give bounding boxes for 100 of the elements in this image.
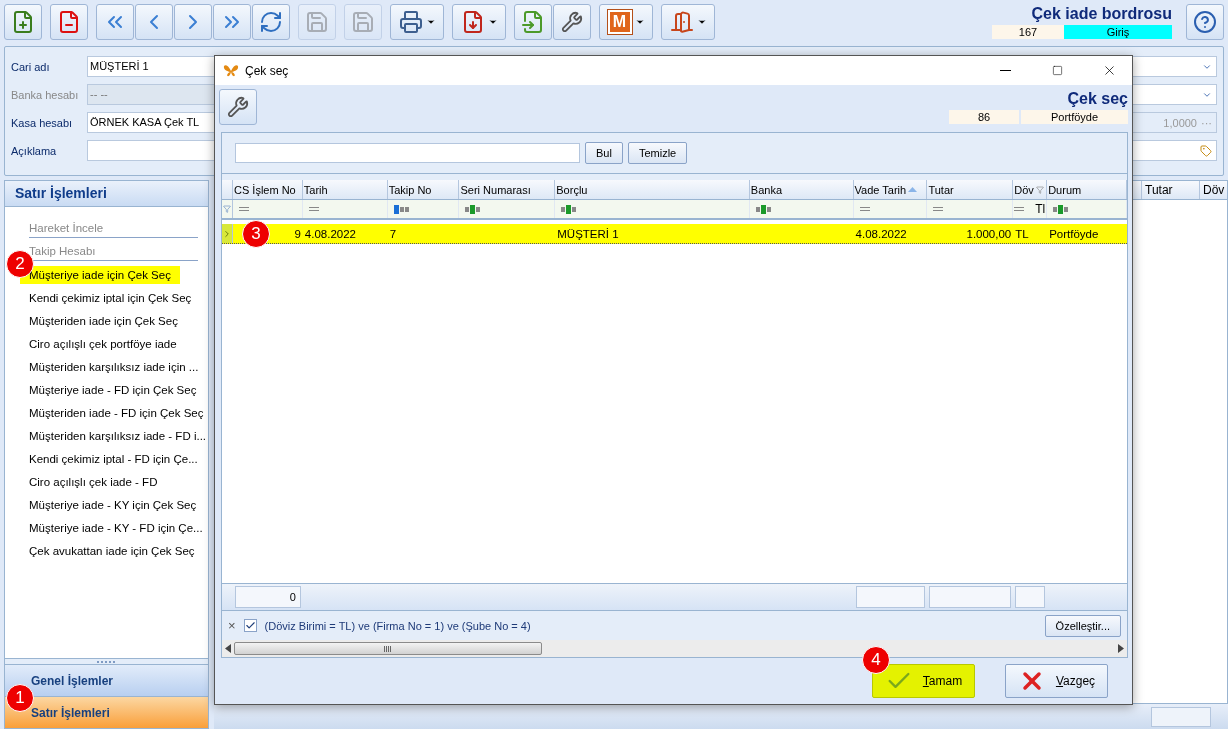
last-button[interactable] [213, 4, 251, 40]
column-header[interactable]: Vade Tarih [853, 180, 928, 199]
sidebar-item[interactable]: Müşteriden karşılıksız iade - FD i... [20, 426, 216, 445]
wrench-icon [561, 11, 583, 33]
sidebar-item[interactable]: Müşteriden iade için Çek Seç [20, 311, 187, 330]
rate-value: 1,0000 [1163, 116, 1197, 129]
save-icon [305, 10, 329, 34]
sidebar-item[interactable]: Kendi çekimiz iptal - FD için Çe... [20, 449, 207, 468]
column-header[interactable]: Borçlu [555, 180, 750, 199]
column-header: Tutar [1141, 181, 1199, 199]
column-header[interactable]: Takip No [387, 180, 460, 199]
ok-button[interactable]: Tamam [872, 664, 975, 698]
splitter-grip-icon [95, 660, 118, 663]
tools-button[interactable] [553, 4, 591, 40]
printer-icon [398, 10, 423, 34]
filter-row-icon [223, 205, 231, 213]
scroll-right-icon [1118, 644, 1124, 653]
column-header: Döv [1199, 181, 1227, 199]
field-label: Kasa hesabı [11, 116, 74, 129]
customize-button[interactable]: Özelleştir... [1044, 614, 1121, 637]
butterfly-icon [223, 63, 239, 78]
grip-icon [384, 645, 393, 652]
table-cell: 4.08.2022 [855, 227, 907, 240]
contains-filter-icon [561, 204, 578, 214]
equals-filter-icon [933, 206, 944, 212]
sidebar-item[interactable]: Ciro açılışlı çek portföye iade [20, 334, 186, 353]
table-cell: Portföyde [1049, 227, 1099, 240]
field-label: Cari adı [11, 60, 51, 73]
refresh-icon [259, 10, 283, 34]
table-cell: 7 [389, 227, 397, 240]
step-marker: 3 [242, 220, 270, 248]
search-field[interactable] [235, 143, 580, 163]
status-box [1151, 706, 1211, 727]
column-header[interactable]: Durum [1047, 180, 1127, 199]
table-cell: 4.08.2022 [304, 227, 356, 240]
new-button[interactable] [4, 4, 42, 40]
equals-filter-icon [238, 206, 249, 212]
import-icon [521, 10, 545, 34]
sidebar-item[interactable]: Müşteriden karşılıksız iade için ... [20, 357, 208, 376]
sidebar-item[interactable]: Kendi çekimiz iptal için Çek Seç [20, 288, 201, 307]
filter-value: Tl [1035, 202, 1046, 216]
sidebar-item[interactable]: Müşteriye iade - KY için Çek Seç [20, 495, 206, 514]
table-cell: MÜŞTERİ 1 [557, 227, 619, 240]
scroll-left-icon [225, 644, 231, 653]
document-number: 167 [992, 25, 1064, 39]
print-button[interactable] [390, 4, 444, 40]
clear-filter-button[interactable]: × [228, 618, 236, 633]
contains-filter-icon [465, 204, 482, 214]
column-header[interactable]: Tutar [927, 180, 1014, 199]
column-header[interactable]: Tarih [302, 180, 388, 199]
scroll-thumb[interactable] [234, 642, 543, 655]
field-label: Banka hesabı [11, 88, 80, 101]
table-cell: TL [1015, 227, 1029, 240]
sidebar-item[interactable]: Müşteriye iade - KY - FD için Çe... [20, 518, 212, 537]
column-header[interactable]: CS İşlem No [233, 180, 303, 199]
delete-button[interactable] [50, 4, 88, 40]
column-header[interactable]: Döv [1013, 180, 1048, 199]
column-header[interactable]: Seri Numarası [459, 180, 556, 199]
import-button[interactable] [514, 4, 552, 40]
table-cell: 9 [294, 227, 301, 240]
summary-cell [1015, 586, 1046, 608]
sidebar-item: Hareket İncele [29, 219, 198, 238]
search-action-button[interactable]: Bul [585, 142, 623, 164]
summary-cell: 0 [235, 586, 301, 608]
dialog-heading: Çek seç [1067, 90, 1128, 108]
wrench-icon [227, 96, 249, 118]
exit-button[interactable] [661, 4, 715, 40]
equals-filter-icon [1014, 206, 1025, 212]
column-header[interactable]: Banka [749, 180, 854, 199]
maximize-icon [1051, 65, 1063, 76]
search-action-button[interactable]: Temizle [627, 142, 688, 164]
equals-filter-icon [308, 206, 319, 212]
field-label: Açıklama [11, 144, 58, 157]
cancel-button[interactable]: Vazgeç [1005, 664, 1108, 698]
dialog-title: Çek seç [245, 63, 290, 78]
filter-checkbox[interactable] [243, 619, 257, 632]
sidebar-item[interactable]: Ciro açılışlı çek iade - FD [20, 472, 167, 491]
save-cancel-icon [351, 10, 375, 34]
sidebar-item[interactable]: Müşteriye iade - FD için Çek Seç [20, 380, 206, 399]
contains-filter-icon [1053, 204, 1070, 214]
prev-button[interactable] [135, 4, 173, 40]
record-count: 86 [949, 110, 1019, 124]
contains-filter-icon [755, 204, 772, 214]
next-button[interactable] [174, 4, 212, 40]
pdf-button[interactable] [452, 4, 506, 40]
first-button[interactable] [96, 4, 134, 40]
remove-document-icon [57, 10, 81, 34]
sidebar-item[interactable]: Çek avukattan iade için Çek Seç [20, 541, 204, 560]
sidebar-item[interactable]: Müşteriden iade - FD için Çek Seç [20, 403, 213, 422]
sort-ascending-icon [908, 187, 918, 192]
tools-button[interactable] [219, 89, 257, 125]
help-button[interactable] [1186, 4, 1224, 40]
equals-filter-icon [859, 206, 870, 212]
document-title: Çek iade bordrosu [1031, 5, 1172, 23]
minimize-icon [999, 70, 1011, 71]
current-row-icon [222, 228, 232, 239]
letter-logo: M [607, 10, 632, 34]
summary-cell [855, 586, 926, 608]
refresh-button[interactable] [252, 4, 290, 40]
table-cell: 1.000,00 [966, 227, 1012, 240]
